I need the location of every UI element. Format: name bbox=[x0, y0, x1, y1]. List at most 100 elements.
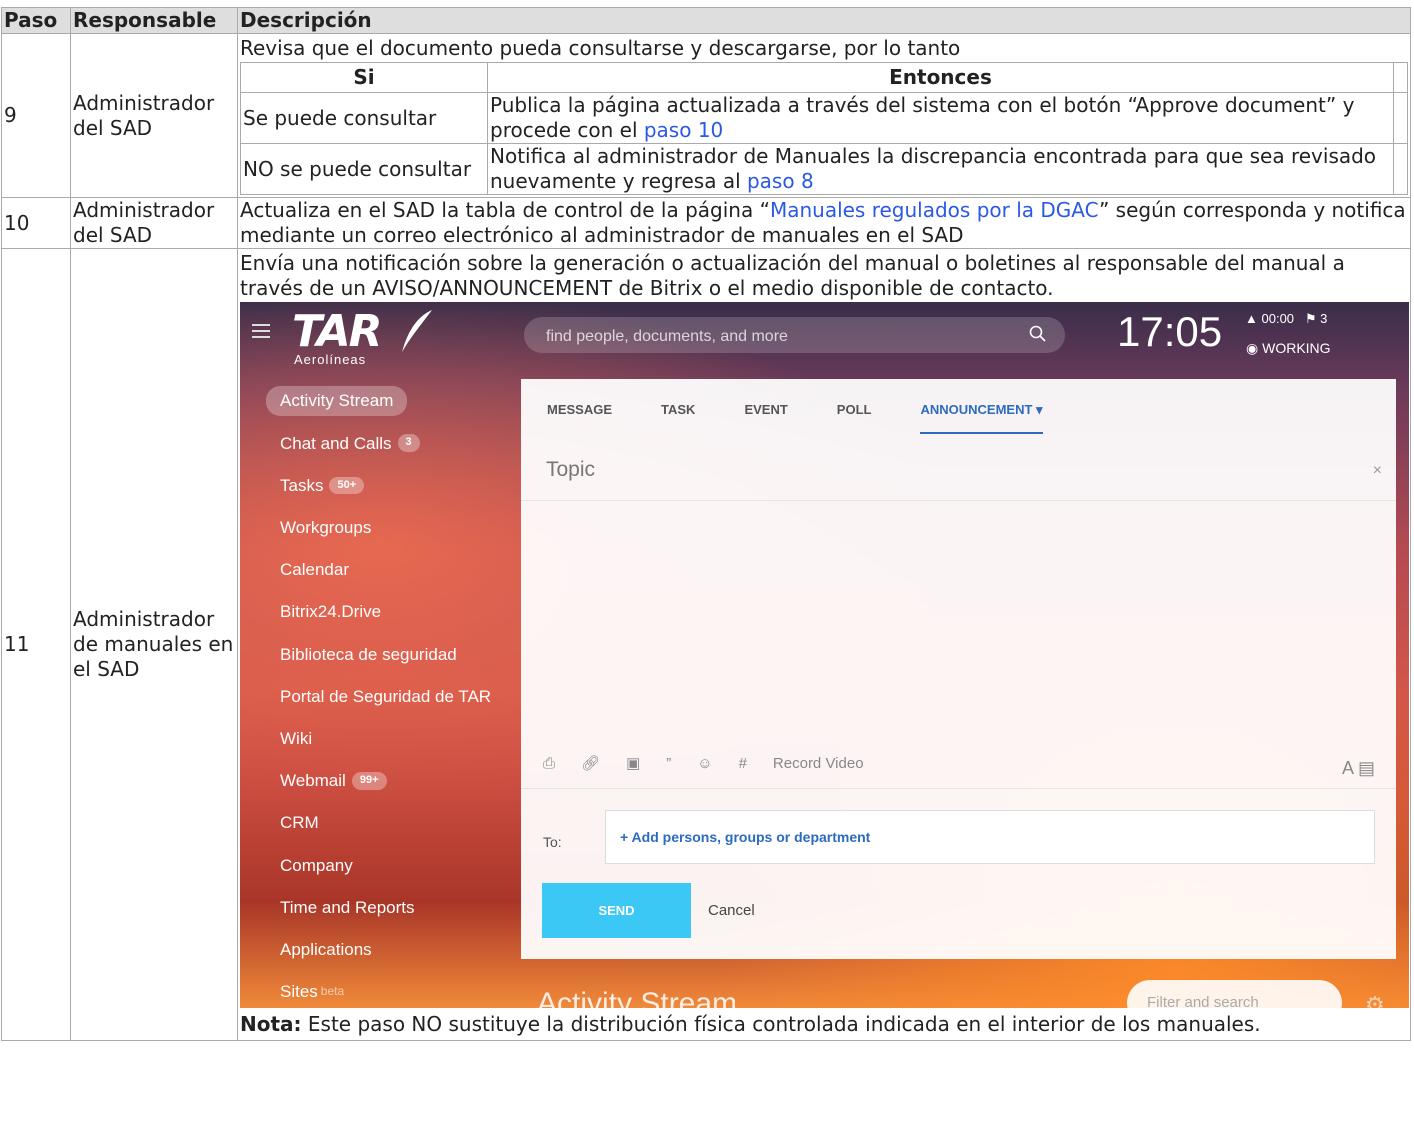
recipients-field[interactable]: + Add persons, groups or department bbox=[605, 810, 1375, 864]
tab-task[interactable]: TASK bbox=[661, 402, 695, 434]
description: Actualiza en el SAD la tabla de control … bbox=[237, 197, 1411, 249]
header-row: Paso Responsable Descripción bbox=[1, 7, 1411, 34]
timer-status[interactable]: ▲ 00:00 ⚑ 3 bbox=[1245, 311, 1327, 327]
activity-stream-title: Activity Stream bbox=[537, 987, 738, 1008]
note-label: Nota: bbox=[240, 1012, 302, 1036]
composer-tabs: MESSAGE TASK EVENT POLL ANNOUNCEMENT ▾ bbox=[547, 402, 1092, 435]
sidebar-item-webmail[interactable]: Webmail 99+ bbox=[266, 760, 491, 802]
tab-announcement[interactable]: ANNOUNCEMENT ▾ bbox=[920, 402, 1043, 435]
topic-input[interactable]: Topic bbox=[546, 457, 595, 483]
sidebar-item-calendar[interactable]: Calendar bbox=[266, 549, 491, 591]
decision-table: Si Entonces Se puede consultar Publica l… bbox=[240, 62, 1408, 195]
tar-logo: TAR Aerolíneas bbox=[292, 310, 432, 368]
condition: NO se puede consultar bbox=[240, 143, 488, 195]
count-badge: 3 bbox=[397, 434, 420, 453]
clock[interactable]: 17:05 bbox=[1117, 306, 1222, 359]
text-format-icon[interactable]: A bbox=[1342, 758, 1353, 778]
add-persons-link[interactable]: + Add persons, groups or department bbox=[620, 829, 870, 845]
filter-search-input[interactable]: Filter and search bbox=[1127, 980, 1342, 1008]
count-badge: 50+ bbox=[329, 476, 365, 495]
responsible: Administrador de manuales en el SAD bbox=[70, 248, 238, 1041]
row-step-10: 10 Administrador del SAD Actualiza en el… bbox=[1, 197, 1411, 249]
responsible: Administrador del SAD bbox=[70, 197, 238, 249]
link-paso-8[interactable]: paso 8 bbox=[747, 169, 814, 193]
intro-text: Revisa que el documento pueda consultars… bbox=[240, 36, 961, 60]
note: Nota: Este paso NO sustituye la distribu… bbox=[240, 1008, 1408, 1040]
sidebar-item-time-reports[interactable]: Time and Reports bbox=[266, 886, 491, 928]
beta-label: beta bbox=[320, 984, 345, 999]
tab-message[interactable]: MESSAGE bbox=[547, 402, 612, 434]
cancel-button[interactable]: Cancel bbox=[708, 902, 755, 921]
search-icon[interactable] bbox=[1029, 325, 1047, 343]
header-si: Si bbox=[240, 62, 488, 93]
sidebar-item-applications[interactable]: Applications bbox=[266, 928, 491, 970]
row-step-9: 9 Administrador del SAD Revisa que el do… bbox=[1, 33, 1411, 198]
action-text: Notifica al administrador de Manuales la… bbox=[490, 144, 1377, 193]
sidebar-item-sites[interactable]: Sites beta bbox=[266, 971, 491, 1008]
send-button[interactable]: SEND bbox=[542, 883, 691, 938]
decision-row: NO se puede consultar Notifica al admini… bbox=[240, 143, 1408, 195]
count-badge: 99+ bbox=[351, 771, 387, 790]
step-number: 9 bbox=[1, 33, 71, 198]
header-responsable: Responsable bbox=[70, 7, 238, 34]
sidebar-item-workgroups[interactable]: Workgroups bbox=[266, 507, 491, 549]
header-paso: Paso bbox=[1, 7, 71, 34]
row-step-11: 11 Administrador de manuales en el SAD E… bbox=[1, 248, 1411, 1041]
procedure-table: Paso Responsable Descripción 9 Administr… bbox=[1, 7, 1411, 1041]
intro-text: Envía una notificación sobre la generaci… bbox=[240, 251, 1345, 300]
chevron-down-icon: ▾ bbox=[1036, 402, 1043, 417]
header-entonces: Entonces bbox=[487, 62, 1394, 93]
note-text: Este paso NO sustituye la distribución f… bbox=[301, 1012, 1261, 1036]
link-paso-10[interactable]: paso 10 bbox=[644, 118, 723, 142]
search-input[interactable]: find people, documents, and more bbox=[524, 317, 1065, 353]
action: Publica la página actualizada a través d… bbox=[487, 92, 1394, 144]
condition: Se puede consultar bbox=[240, 92, 488, 144]
sidebar-item-tasks[interactable]: Tasks 50+ bbox=[266, 464, 491, 506]
action-text: Publica la página actualizada a través d… bbox=[490, 93, 1355, 142]
working-status[interactable]: ◉ WORKING bbox=[1246, 340, 1331, 358]
post-composer: MESSAGE TASK EVENT POLL ANNOUNCEMENT ▾ T… bbox=[521, 379, 1396, 959]
to-label: To: bbox=[543, 834, 562, 850]
feather-icon bbox=[402, 310, 432, 352]
action: Notifica al administrador de Manuales la… bbox=[487, 143, 1394, 195]
sidebar-item-biblioteca[interactable]: Biblioteca de seguridad bbox=[266, 633, 491, 675]
record-icon: ◉ bbox=[1246, 340, 1259, 356]
text-before: Actualiza en el SAD la tabla de control … bbox=[240, 198, 770, 222]
header-spacer bbox=[1393, 62, 1408, 93]
formatting-icons: A ▤ bbox=[1342, 757, 1375, 780]
header-descripcion: Descripción bbox=[237, 7, 1411, 34]
menu-icon[interactable] bbox=[252, 324, 270, 338]
gear-icon[interactable]: ⚙ bbox=[1365, 991, 1385, 1008]
sidebar-item-activity-stream[interactable]: Activity Stream bbox=[266, 380, 491, 422]
tab-event[interactable]: EVENT bbox=[744, 402, 787, 434]
search-placeholder: find people, documents, and more bbox=[546, 328, 788, 345]
divider bbox=[521, 500, 1396, 501]
mention-icon[interactable]: ☺ bbox=[697, 755, 712, 774]
sidebar-item-portal-seguridad[interactable]: Portal de Seguridad de TAR bbox=[266, 675, 491, 717]
record-video-button[interactable]: Record Video bbox=[773, 755, 864, 774]
link-manuales-dgac[interactable]: Manuales regulados por la DGAC bbox=[770, 198, 1099, 222]
sidebar-item-chat-and-calls[interactable]: Chat and Calls 3 bbox=[266, 422, 491, 464]
description: Envía una notificación sobre la generaci… bbox=[237, 248, 1411, 1041]
hashtag-icon[interactable]: # bbox=[739, 755, 747, 774]
video-icon[interactable]: ▣ bbox=[626, 755, 640, 774]
bell-icon: ▲ bbox=[1245, 311, 1258, 326]
bitrix-screenshot: TAR Aerolíneas find people, documents, a… bbox=[240, 302, 1409, 1008]
sidebar-item-crm[interactable]: CRM bbox=[266, 802, 491, 844]
flag-icon: ⚑ bbox=[1304, 311, 1317, 326]
quote-icon[interactable]: ” bbox=[666, 755, 671, 774]
divider bbox=[521, 788, 1396, 789]
sidebar: Activity Stream Chat and Calls 3 Tasks 50+… bbox=[266, 380, 491, 1008]
decision-row: Se puede consultar Publica la página act… bbox=[240, 92, 1408, 144]
sidebar-item-drive[interactable]: Bitrix24.Drive bbox=[266, 591, 491, 633]
panel-toggle-icon[interactable]: ▤ bbox=[1358, 758, 1375, 778]
tab-poll[interactable]: POLL bbox=[837, 402, 872, 434]
spacer-cell bbox=[1393, 92, 1408, 144]
link-icon[interactable]: 🔗︎ bbox=[581, 755, 600, 774]
attach-file-icon[interactable]: ⎙ bbox=[543, 755, 555, 774]
close-icon[interactable]: × bbox=[1373, 461, 1382, 481]
composer-toolbar: ⎙ 🔗︎ ▣ ” ☺ # Record Video bbox=[543, 755, 890, 774]
step-number: 11 bbox=[1, 248, 71, 1041]
sidebar-item-wiki[interactable]: Wiki bbox=[266, 718, 491, 760]
sidebar-item-company[interactable]: Company bbox=[266, 844, 491, 886]
